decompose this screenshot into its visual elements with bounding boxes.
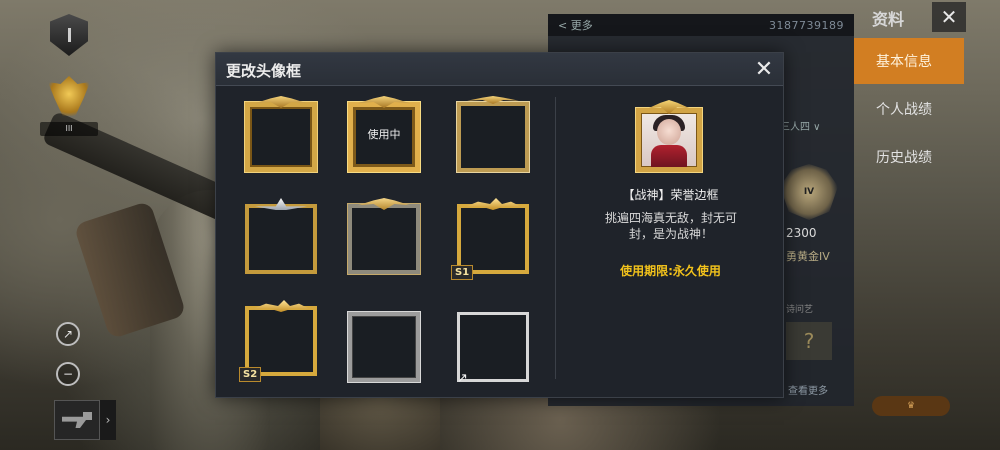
- left-column: III ↗ − ›: [0, 0, 140, 450]
- avatar-frame-option[interactable]: [241, 96, 321, 176]
- in-use-label: 使用中: [367, 128, 401, 141]
- player-id: 3187739189: [769, 18, 844, 32]
- frame-preview: [636, 100, 702, 172]
- dialog-header: 更改头像框 ✕: [216, 53, 783, 86]
- avatar-frame-option[interactable]: [453, 96, 533, 176]
- badge-pill[interactable]: ♛: [872, 396, 950, 416]
- tab-basic-info[interactable]: 基本信息: [854, 38, 964, 84]
- avatar-frame-option[interactable]: S2: [239, 300, 321, 382]
- sub-label: 诗问艺: [786, 305, 814, 315]
- frame-name: 【战神】荣誉边框: [622, 188, 719, 202]
- avatar-frame-option[interactable]: [241, 198, 321, 278]
- tab-history-record[interactable]: 历史战绩: [854, 134, 964, 180]
- more-link[interactable]: < 更多: [558, 17, 593, 33]
- frame-border: [245, 204, 317, 274]
- view-more-link[interactable]: 查看更多: [788, 382, 828, 397]
- frame-description: 挑遍四海真无敌，封无可封，是为战神！: [604, 211, 737, 241]
- zoom-out-icon[interactable]: −: [56, 362, 80, 386]
- usage-limit: 使用期限:永久使用: [620, 264, 721, 278]
- tab-header: 资料: [872, 10, 905, 29]
- close-icon[interactable]: ✕: [932, 2, 966, 32]
- avatar-face: [657, 119, 681, 145]
- unknown-item-icon[interactable]: ?: [786, 322, 832, 360]
- rank-tier: 勇黄金IV: [786, 250, 830, 263]
- avatar-body: [651, 145, 687, 167]
- avatar-frame-option[interactable]: ↗: [453, 306, 533, 386]
- chevron-right-icon[interactable]: ›: [100, 400, 116, 440]
- rifle-icon: [62, 412, 92, 428]
- rank-emblem-icon: IV: [780, 164, 838, 220]
- shield-icon[interactable]: [50, 14, 88, 56]
- season-tag: S2: [239, 367, 262, 382]
- avatar-frame-option[interactable]: [344, 198, 424, 278]
- frame-detail-panel: 【战神】荣誉边框 挑遍四海真无敌，封无可封，是为战神！ 使用期限:永久使用: [556, 86, 783, 397]
- change-avatar-frame-dialog: 更改头像框 ✕ 使用中 S1 S2 ↗ 【战神】荣誉边框 挑遍四海真无敌，封无可…: [215, 52, 784, 398]
- rank-score: 2300: [786, 226, 817, 240]
- season-tag: S1: [451, 265, 474, 280]
- share-icon[interactable]: ↗: [56, 322, 80, 346]
- right-tab-column: 资料 ✕ 基本信息 个人战绩 历史战绩 ♛: [854, 0, 1000, 450]
- mode-selector[interactable]: 三人四 ∨: [780, 118, 821, 133]
- arrow-icon: ↗: [457, 371, 468, 386]
- wings-badge-icon[interactable]: [48, 76, 90, 116]
- frame-border: [245, 102, 317, 172]
- frame-border: [457, 102, 529, 172]
- frame-border: [457, 204, 529, 274]
- dialog-title: 更改头像框: [226, 62, 302, 80]
- avatar-frame-option[interactable]: [344, 306, 424, 386]
- frame-border: [348, 312, 420, 382]
- frame-border: [348, 204, 420, 274]
- crown-icon: ♛: [906, 401, 916, 411]
- preview-frame-border: [636, 108, 702, 172]
- rank-label: III: [40, 122, 98, 136]
- close-icon[interactable]: ✕: [751, 56, 777, 82]
- weapon-thumbnail[interactable]: [54, 400, 100, 440]
- profile-top-bar: < 更多 3187739189: [548, 14, 854, 36]
- frame-grid: 使用中 S1 S2 ↗: [216, 86, 554, 397]
- tab-personal-record[interactable]: 个人战绩: [854, 86, 964, 132]
- frame-border: [245, 306, 317, 376]
- avatar-frame-option-in-use[interactable]: 使用中: [344, 96, 424, 176]
- avatar-frame-option[interactable]: S1: [451, 198, 533, 280]
